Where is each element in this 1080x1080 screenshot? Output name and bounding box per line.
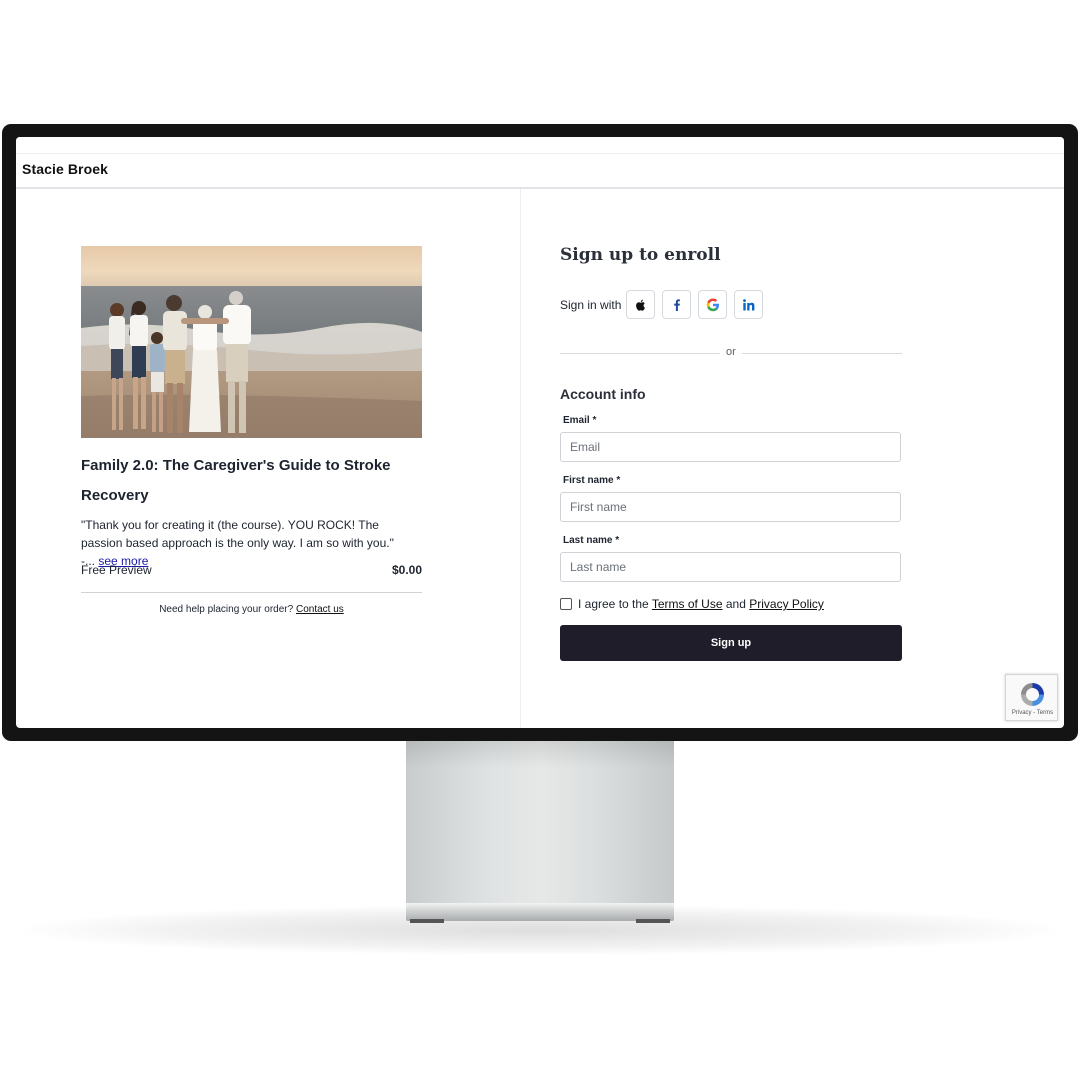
monitor-foot bbox=[636, 919, 670, 923]
apple-sign-in-button[interactable] bbox=[626, 290, 655, 319]
price-divider bbox=[81, 592, 422, 593]
site-name[interactable]: Stacie Broek bbox=[22, 161, 108, 177]
recaptcha-icon bbox=[1021, 683, 1044, 706]
divider-line-left bbox=[560, 353, 720, 354]
privacy-policy-link[interactable]: Privacy Policy bbox=[749, 597, 824, 611]
last-name-field[interactable] bbox=[560, 552, 901, 582]
first-name-field[interactable] bbox=[560, 492, 901, 522]
facebook-sign-in-button[interactable] bbox=[662, 290, 691, 319]
plan-name: Free Preview bbox=[81, 563, 152, 577]
google-sign-in-button[interactable] bbox=[698, 290, 727, 319]
account-info-heading: Account info bbox=[560, 386, 646, 402]
column-divider bbox=[520, 189, 521, 728]
terms-agreement: I agree to the Terms of Use and Privacy … bbox=[578, 597, 824, 611]
price: $0.00 bbox=[391, 563, 422, 577]
divider-line-right bbox=[742, 353, 902, 354]
header-divider bbox=[16, 153, 1064, 154]
facebook-icon bbox=[674, 299, 680, 311]
monitor-screen: Stacie Broek Family 2.0: The Caregiver's… bbox=[16, 137, 1064, 728]
monitor-stand-base bbox=[406, 903, 674, 921]
product-title: Family 2.0: The Caregiver's Guide to Str… bbox=[81, 457, 391, 504]
sign-in-with-label: Sign in with bbox=[560, 298, 622, 312]
site-header: Stacie Broek bbox=[16, 137, 1064, 189]
price-row: Free Preview $0.00 bbox=[81, 563, 422, 581]
or-divider: or bbox=[726, 346, 736, 358]
email-label: Email * bbox=[563, 415, 597, 426]
help-text: Need help placing your order? Contact us bbox=[81, 604, 422, 615]
monitor-foot bbox=[410, 919, 444, 923]
signup-title: Sign up to enroll bbox=[560, 245, 721, 265]
monitor-stand bbox=[406, 738, 674, 908]
recaptcha-links[interactable]: Privacy - Terms bbox=[1006, 710, 1059, 716]
linkedin-icon bbox=[743, 299, 755, 311]
agree-prefix: I agree to the bbox=[578, 597, 649, 611]
first-name-label: First name * bbox=[563, 475, 621, 486]
sign-up-button[interactable]: Sign up bbox=[560, 625, 902, 661]
contact-us-link[interactable]: Contact us bbox=[296, 604, 344, 615]
product-testimonial: "Thank you for creating it (the course).… bbox=[81, 516, 411, 570]
product-image bbox=[81, 246, 422, 438]
recaptcha-badge[interactable]: Privacy - Terms bbox=[1005, 674, 1058, 721]
agree-and: and bbox=[725, 597, 746, 611]
linkedin-sign-in-button[interactable] bbox=[734, 290, 763, 319]
email-field[interactable] bbox=[560, 432, 901, 462]
terms-checkbox[interactable] bbox=[560, 598, 572, 610]
last-name-label: Last name * bbox=[563, 535, 620, 546]
google-icon bbox=[706, 298, 719, 312]
apple-icon bbox=[636, 299, 645, 311]
terms-of-use-link[interactable]: Terms of Use bbox=[652, 597, 723, 611]
help-label: Need help placing your order? bbox=[159, 604, 294, 615]
